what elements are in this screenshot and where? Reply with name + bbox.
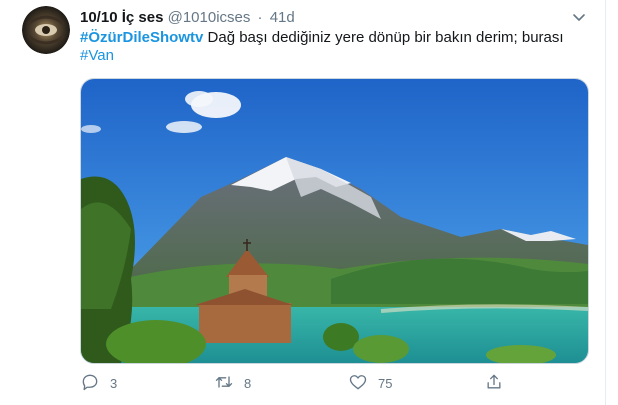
author-handle[interactable]: @1010icses — [168, 9, 251, 26]
like-count: 75 — [378, 375, 393, 391]
tweet-body: Dağ başı dediğiniz yere dönüp bir bakın … — [203, 29, 564, 46]
chevron-down-icon[interactable] — [571, 9, 587, 25]
tweet-actions: 3 8 75 — [80, 371, 520, 395]
retweet-button[interactable]: 8 — [214, 371, 251, 395]
avatar[interactable] — [22, 6, 70, 54]
tweet-header: 10/10 İç ses @1010icses · 41d — [80, 9, 295, 27]
tweet-text: #ÖzürDileShowtv Dağ başı dediğiniz yere … — [80, 29, 590, 65]
share-icon — [484, 372, 504, 395]
share-button[interactable] — [484, 371, 504, 395]
like-icon — [348, 372, 368, 395]
reply-count: 3 — [110, 375, 118, 391]
separator-dot: · — [257, 9, 263, 26]
author-name[interactable]: 10/10 İç ses — [80, 9, 163, 26]
tweet-time[interactable]: 41d — [270, 9, 295, 26]
like-button[interactable]: 75 — [348, 371, 392, 395]
tweet-photo[interactable] — [80, 78, 589, 364]
retweet-count: 8 — [244, 375, 252, 391]
reply-button[interactable]: 3 — [80, 371, 117, 395]
retweet-icon — [214, 372, 234, 395]
hashtag-link[interactable]: #ÖzürDileShowtv — [80, 29, 203, 46]
hashtag-link-van[interactable]: #Van — [80, 47, 114, 64]
reply-icon — [80, 372, 100, 395]
tweet[interactable]: 10/10 İç ses @1010icses · 41d #ÖzürDileS… — [0, 0, 606, 405]
